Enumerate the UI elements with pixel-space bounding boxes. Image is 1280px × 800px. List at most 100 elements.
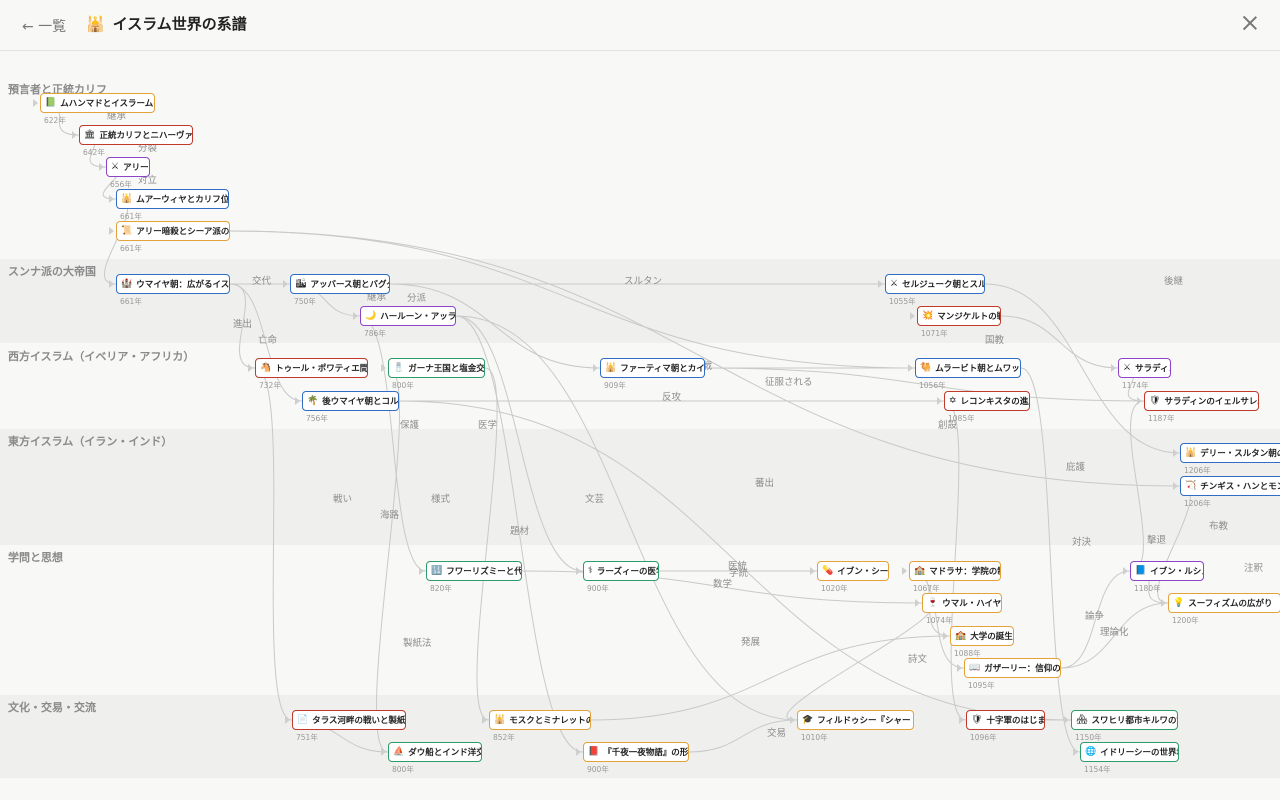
- event-node-n31[interactable]: ⛵ダウ船とインド洋交易: [388, 742, 482, 762]
- event-year: 1206年: [1184, 466, 1211, 475]
- event-label: ハールーン・アッラシード: [380, 312, 456, 322]
- event-node-n4[interactable]: 🕌ムアーウィヤとカリフ位の世襲: [116, 189, 229, 209]
- event-node-n37[interactable]: 🌐イドリーシーの世界地図: [1080, 742, 1179, 762]
- event-label: 大学の誕生: [970, 632, 1013, 642]
- event-node-n15[interactable]: ⚔サラディン: [1118, 358, 1171, 378]
- event-icon: 📜: [121, 226, 133, 236]
- node-connector-arrow: [1173, 449, 1178, 457]
- event-icon: 🛡: [971, 715, 983, 725]
- edge-label: 戦い: [333, 494, 353, 505]
- event-year: 756年: [306, 414, 328, 423]
- event-node-n16[interactable]: 🌴後ウマイヤ朝とコルドバ: [302, 391, 399, 411]
- event-node-n12[interactable]: 🧂 ガーナ王国と塩金交易: [388, 358, 485, 378]
- event-node-n26[interactable]: 🏫 大学の誕生: [950, 626, 1014, 646]
- edge-line: [1129, 400, 1145, 572]
- event-node-n28[interactable]: 📘イブン・ルシュド: [1130, 561, 1204, 581]
- event-label: マドラサ：学院の制度: [929, 567, 1000, 577]
- edge-label: 題材: [510, 526, 530, 537]
- edge-label: 布教: [1209, 521, 1229, 532]
- event-icon: 📘: [1135, 566, 1147, 576]
- edge-label: 注釈: [1244, 563, 1264, 574]
- event-node-n36[interactable]: 🏘スワヒリ都市キルワの繁栄: [1071, 710, 1178, 730]
- event-node-n21[interactable]: 🔢フワーリズミーと代数学: [426, 561, 522, 581]
- event-node-n29[interactable]: 💡 スーフィズムの広がり: [1168, 593, 1280, 613]
- event-label: ムラービト朝とムワッヒド朝: [935, 364, 1020, 374]
- event-node-n5[interactable]: 📜アリー暗殺とシーア派の分裂: [116, 221, 230, 241]
- event-icon: ⚔: [1123, 363, 1132, 373]
- node-connector-arrow: [381, 364, 386, 372]
- event-node-n11[interactable]: 🐴トゥール・ポワティエ間の戦い: [255, 358, 368, 378]
- event-node-n30[interactable]: 📄タラス河畔の戦いと製紙法の西伝: [292, 710, 406, 730]
- node-connector-arrow: [109, 195, 114, 203]
- edge-label: スルタン: [624, 276, 663, 287]
- event-node-n33[interactable]: 📕 『千夜一夜物語』の形成: [583, 742, 689, 762]
- event-node-n20[interactable]: 🏹チンギス・ハンとモンゴル侵攻: [1180, 476, 1280, 496]
- event-node-n10[interactable]: 💥マンジケルトの戦い: [917, 306, 1001, 326]
- close-icon[interactable]: [1241, 14, 1259, 32]
- edge-label: 詩文: [908, 654, 928, 665]
- edge-line: [1020, 367, 1081, 753]
- event-node-n8[interactable]: 🌙ハールーン・アッラシード: [360, 306, 456, 326]
- edge-label: 様式: [431, 494, 451, 505]
- event-year: 852年: [493, 733, 515, 742]
- event-node-n13[interactable]: 🕌ファーティマ朝とカイロ建設: [600, 358, 705, 378]
- event-node-n2[interactable]: 🏛正統カリフとニハーヴァンドの戦い: [79, 125, 193, 145]
- edge-label: 交代: [252, 276, 272, 287]
- event-node-n1[interactable]: 📗ムハンマドとイスラームの成立: [40, 93, 155, 113]
- event-node-n7[interactable]: 🏙アッバース朝とバグダード: [290, 274, 390, 294]
- event-label: ウマイヤ朝：広がるイスラーム世界: [136, 280, 230, 290]
- edge-line: [229, 230, 916, 369]
- event-node-n35[interactable]: 🛡十字軍のはじまり: [966, 710, 1045, 730]
- edge-label: 擊退: [1147, 535, 1167, 546]
- node-connector-arrow: [957, 664, 962, 672]
- node-connector-arrow: [810, 567, 815, 575]
- edge-label: 製紙法: [403, 638, 432, 649]
- event-icon: 🏙: [295, 279, 307, 289]
- event-node-n27[interactable]: 📖ガザーリー：信仰の再構築: [964, 658, 1061, 678]
- edge-label: 亡命: [258, 335, 278, 346]
- event-icon: 🌴: [307, 396, 319, 406]
- event-node-n3[interactable]: ⚔ アリー: [106, 157, 150, 177]
- event-icon: 🕌: [494, 715, 506, 725]
- edge-label: 征服される: [765, 377, 813, 388]
- event-node-n14[interactable]: 🐫ムラービト朝とムワッヒド朝: [915, 358, 1021, 378]
- event-node-n9[interactable]: ⚔セルジューク朝とスルタン: [885, 274, 985, 294]
- event-node-n6[interactable]: 🏰ウマイヤ朝：広がるイスラーム世界: [116, 274, 230, 294]
- node-connector-arrow: [419, 567, 424, 575]
- event-node-n22[interactable]: ⚕ ラーズィーの医学: [583, 561, 659, 581]
- event-label: サラディン: [1135, 364, 1170, 374]
- event-node-n19[interactable]: 🕌デリー・スルタン朝の成立: [1180, 443, 1280, 463]
- event-node-n32[interactable]: 🕌モスクとミナレットの様式: [489, 710, 591, 730]
- event-node-n34[interactable]: 🎓フィルドゥシー『シャー・ナーメ』: [797, 710, 914, 730]
- node-connector-arrow: [285, 716, 290, 724]
- edge-label: 分派: [407, 293, 427, 304]
- event-label: スワヒリ都市キルワの繁栄: [1091, 716, 1177, 726]
- event-year: 751年: [296, 733, 318, 742]
- event-node-n24[interactable]: 🏫マドラサ：学院の制度: [909, 561, 1001, 581]
- event-icon: 🏛: [84, 130, 96, 140]
- event-icon: 💡: [1173, 598, 1185, 608]
- event-label: セルジューク朝とスルタン: [902, 280, 984, 290]
- event-label: サラディンのイェルサレム奪回: [1164, 397, 1258, 407]
- edge-label: 交易: [767, 728, 787, 739]
- node-connector-arrow: [1161, 599, 1166, 607]
- edge-label: 文芸: [585, 494, 605, 505]
- edge-line: [376, 367, 400, 753]
- event-year: 661年: [120, 244, 142, 253]
- event-node-n18[interactable]: 🛡サラディンのイェルサレム奪回: [1144, 391, 1259, 411]
- timeline-canvas[interactable]: 預言者と正統カリフ スンナ派の大帝国 西方イスラム（イベリア・アフリカ） 東方イ…: [0, 51, 1280, 800]
- event-label: ファーティマ朝とカイロ建設: [620, 364, 705, 374]
- event-node-n17[interactable]: ✡ レコンキスタの進展: [944, 391, 1030, 411]
- event-node-n25[interactable]: 🍷ウマル・ハイヤーム: [922, 593, 1002, 613]
- back-to-list-link[interactable]: ← 一覧: [22, 16, 66, 36]
- event-label: ムアーウィヤとカリフ位の世襲: [136, 195, 229, 205]
- event-label: ガーナ王国と塩金交易: [408, 364, 485, 374]
- event-icon: 🏫: [955, 631, 967, 641]
- edge-label: 庇護: [1066, 462, 1086, 473]
- node-connector-arrow: [1123, 567, 1128, 575]
- event-node-n23[interactable]: 💊イブン・シーナー: [817, 561, 889, 581]
- event-label: アリー: [123, 163, 149, 173]
- event-icon: 🕌: [1185, 448, 1197, 458]
- event-year: 1096年: [970, 733, 997, 742]
- node-connector-arrow: [1173, 482, 1178, 490]
